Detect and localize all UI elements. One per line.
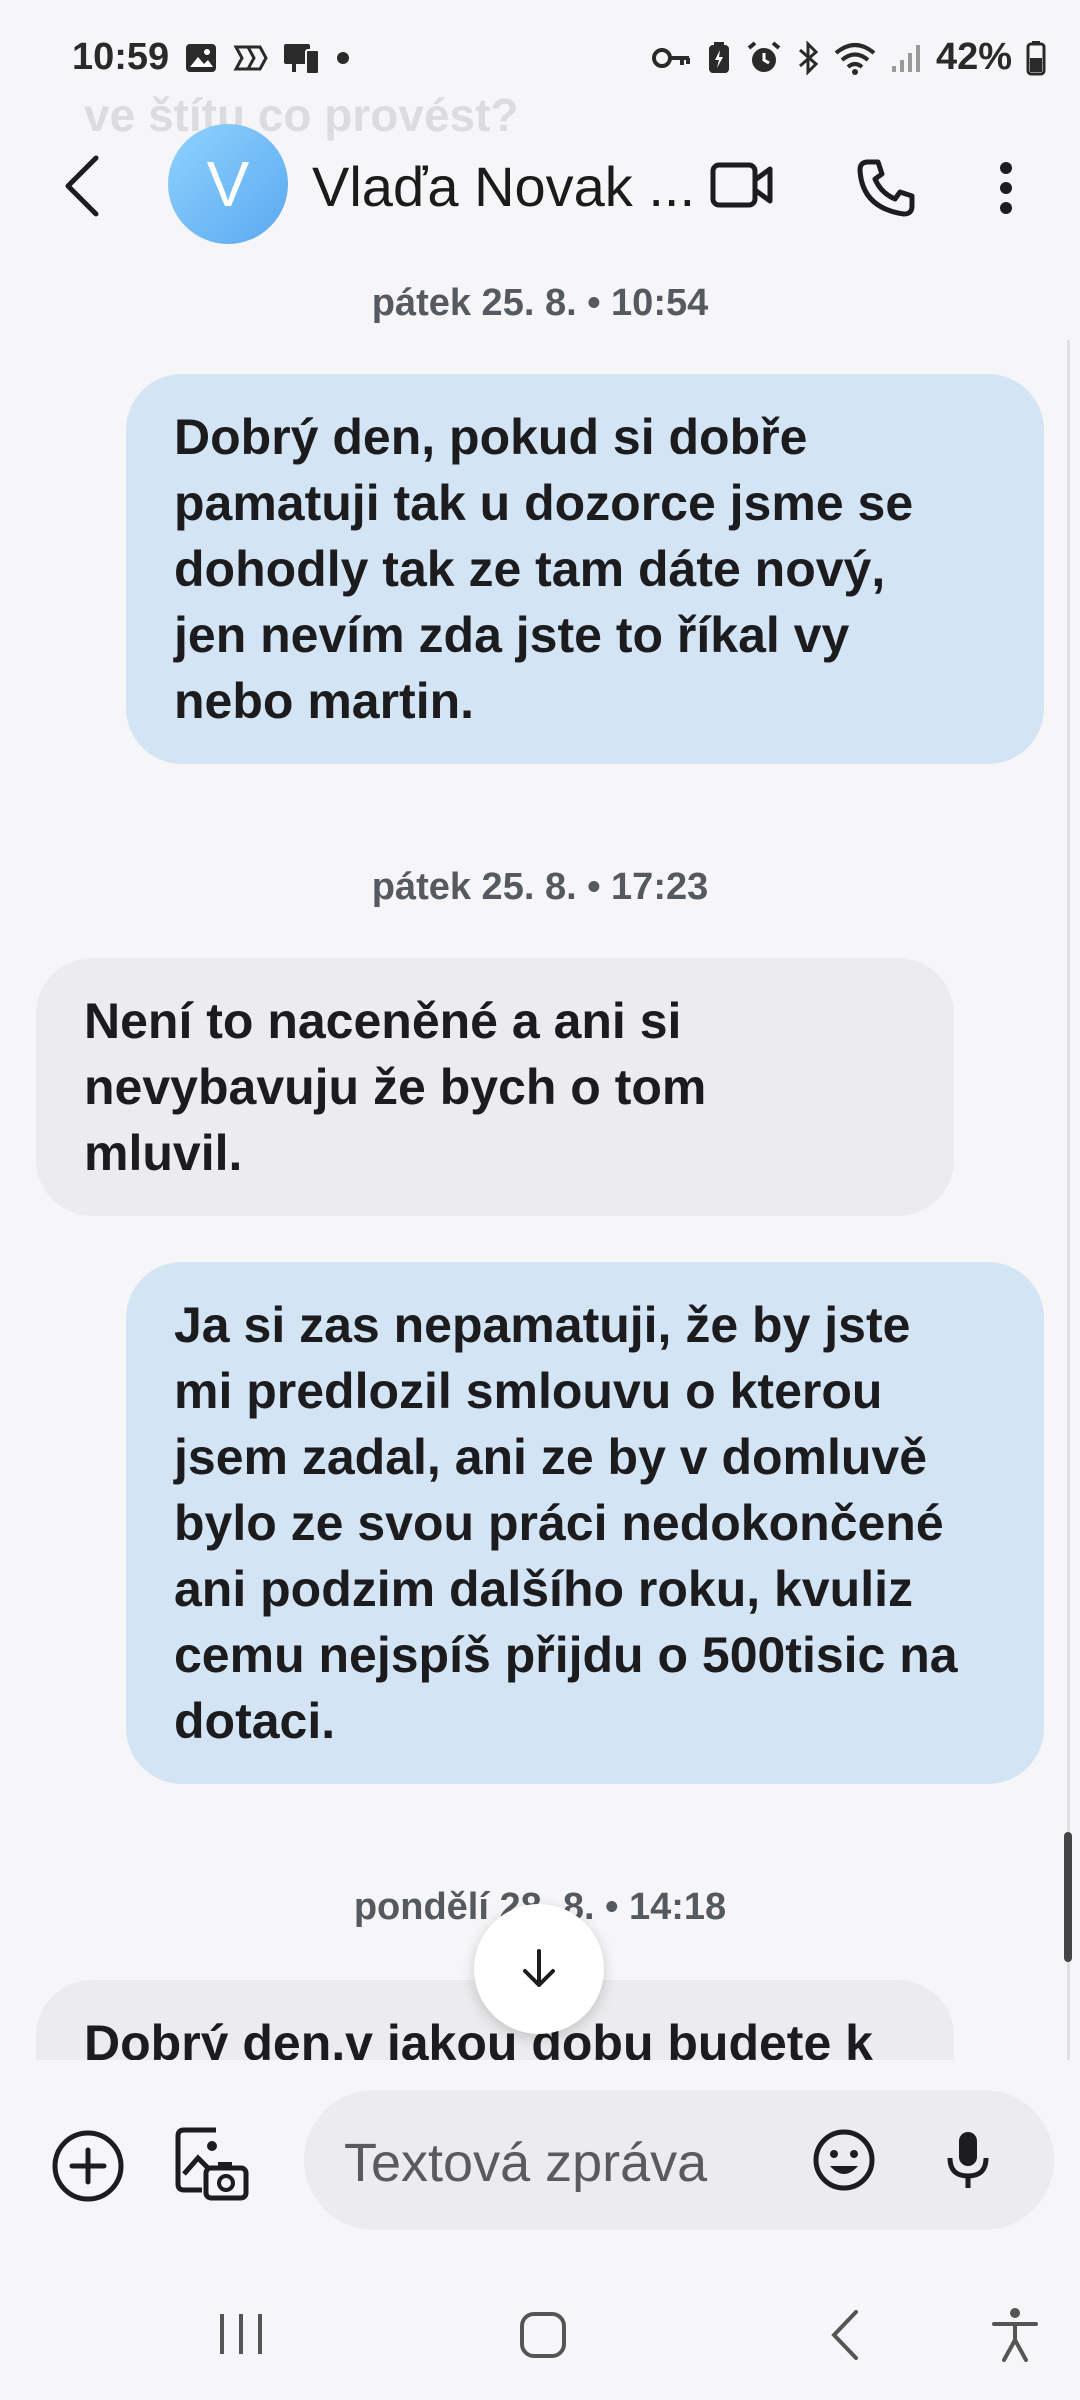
microphone-icon xyxy=(947,2132,989,2188)
conversation-header: V Vlaďa Novak ... xyxy=(0,120,1080,250)
system-navigation-bar xyxy=(0,2260,1080,2400)
home-icon xyxy=(520,2312,566,2358)
battery-saver-icon xyxy=(706,41,732,75)
message-composer: Textová zpráva xyxy=(0,2060,1080,2260)
home-button[interactable] xyxy=(518,2310,568,2365)
battery-icon xyxy=(1026,40,1046,76)
message-line: jen nevím zda jste to říkal vy xyxy=(174,607,850,663)
more-options-button[interactable] xyxy=(996,160,1016,221)
message-line: nebo martin. xyxy=(174,673,475,729)
recents-icon xyxy=(220,2314,262,2354)
accessibility-icon xyxy=(992,2308,1038,2362)
message-line: Dobrý den, pokud si dobře xyxy=(174,409,808,465)
contact-avatar[interactable]: V xyxy=(168,124,288,244)
alarm-icon xyxy=(746,40,782,76)
message-line: jsem zadal, ani ze by v domluvě xyxy=(174,1429,928,1485)
signal-icon xyxy=(890,42,922,74)
bluetooth-icon xyxy=(796,39,820,76)
emoji-icon xyxy=(813,2129,875,2191)
video-call-icon xyxy=(710,162,773,208)
dot-icon xyxy=(336,51,350,65)
back-button[interactable] xyxy=(58,152,108,220)
gallery-button[interactable] xyxy=(172,2124,252,2209)
key-icon xyxy=(651,44,692,72)
outgoing-message[interactable]: Ja si zas nepamatuji, že by jste mi pred… xyxy=(126,1262,1044,1784)
message-input-placeholder: Textová zpráva xyxy=(344,2133,708,2193)
phone-icon xyxy=(857,159,915,217)
battery-percentage: 42% xyxy=(935,36,1012,78)
status-time: 10:59 xyxy=(72,36,170,78)
message-line: mluvil. xyxy=(84,1125,243,1181)
emoji-button[interactable] xyxy=(812,2128,876,2197)
message-line: pamatuji tak u dozorce jsme se xyxy=(174,475,914,531)
message-line: Ja si zas nepamatuji, že by jste xyxy=(174,1297,911,1353)
message-line: dotaci. xyxy=(174,1693,336,1749)
call-button[interactable] xyxy=(856,158,916,223)
date-separator: pátek 25. 8. • 17:23 xyxy=(371,866,709,908)
attach-button[interactable] xyxy=(50,2128,126,2209)
back-arrow-icon xyxy=(65,155,99,217)
system-back-icon xyxy=(831,2310,858,2360)
gallery-icon xyxy=(175,2127,249,2201)
contact-name[interactable]: Vlaďa Novak ... xyxy=(312,154,695,219)
message-line: dohodly tak ze tam dáte nový, xyxy=(174,541,886,597)
date-separator: pátek 25. 8. • 10:54 xyxy=(371,282,709,324)
arrow-down-icon xyxy=(523,1949,555,1987)
message-input[interactable]: Textová zpráva xyxy=(304,2090,1054,2230)
message-line: cemu nejspíš přijdu o 500tisic na xyxy=(174,1627,958,1683)
recent-apps-button[interactable] xyxy=(216,2312,266,2361)
more-vertical-icon xyxy=(1000,162,1012,214)
incoming-message[interactable]: Není to naceněné a ani si nevybavuju že … xyxy=(36,958,954,1216)
device-notification-icon xyxy=(282,40,322,76)
app-notification-icon xyxy=(232,41,268,75)
video-call-button[interactable] xyxy=(710,160,774,215)
message-line: bylo ze svou práci nedokončené xyxy=(174,1495,944,1551)
message-line: nevybavuju že bych o tom xyxy=(84,1059,707,1115)
message-line: Není to naceněné a ani si xyxy=(84,993,682,1049)
voice-input-button[interactable] xyxy=(940,2128,996,2197)
scroll-to-bottom-button[interactable] xyxy=(474,1904,604,2034)
outgoing-message[interactable]: Dobrý den, pokud si dobře pamatuji tak u… xyxy=(126,374,1044,764)
image-notification-icon xyxy=(184,41,218,75)
system-back-button[interactable] xyxy=(826,2308,862,2367)
plus-circle-icon xyxy=(52,2130,124,2202)
message-line: ani podzim dalšího roku, kvuliz xyxy=(174,1561,913,1617)
wifi-icon xyxy=(834,41,876,75)
message-line: mi predlozil smlouvu o kterou xyxy=(174,1363,883,1419)
accessibility-button[interactable] xyxy=(990,2306,1040,2367)
